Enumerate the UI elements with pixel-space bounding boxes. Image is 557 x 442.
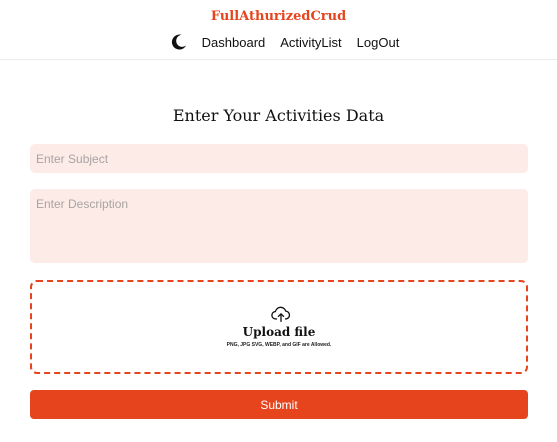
description-textarea[interactable] bbox=[30, 189, 528, 263]
nav-logout-link[interactable]: LogOut bbox=[357, 35, 400, 50]
form-title: Enter Your Activities Data bbox=[172, 106, 385, 125]
nav-activitylist-link[interactable]: ActivityList bbox=[280, 35, 341, 50]
upload-hint: PNG, JPG SVG, WEBP, and GIF are Allowed. bbox=[226, 342, 332, 348]
file-upload-dropzone[interactable]: Upload file PNG, JPG SVG, WEBP, and GIF … bbox=[30, 280, 528, 374]
subject-input[interactable] bbox=[30, 144, 528, 173]
submit-button[interactable]: Submit bbox=[30, 390, 528, 419]
nav-dashboard-link[interactable]: Dashboard bbox=[202, 35, 266, 50]
upload-title: Upload file bbox=[242, 325, 316, 339]
top-header: FullAthurizedCrud Dashboard ActivityList… bbox=[0, 0, 557, 60]
moon-icon[interactable] bbox=[170, 33, 188, 51]
upload-cloud-icon bbox=[271, 305, 291, 323]
brand-title[interactable]: FullAthurizedCrud bbox=[0, 9, 557, 24]
main-nav: Dashboard ActivityList LogOut bbox=[0, 33, 557, 51]
